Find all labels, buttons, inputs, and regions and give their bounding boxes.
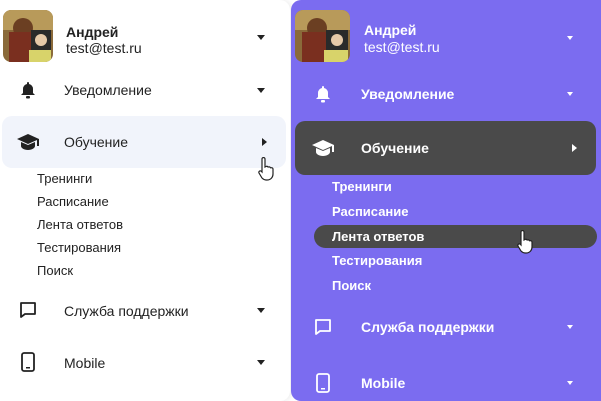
graduation-cap-icon — [311, 137, 335, 159]
submenu-item[interactable]: Тренинги — [37, 171, 92, 186]
chevron-down-icon[interactable] — [257, 308, 265, 313]
menu-item-label: Служба поддержки — [361, 319, 495, 335]
hand-cursor-icon — [516, 229, 534, 259]
submenu-item[interactable]: Поиск — [332, 278, 371, 293]
user-email: test@test.ru — [364, 39, 440, 55]
chevron-down-icon[interactable] — [257, 360, 265, 365]
graduation-cap-icon — [16, 131, 40, 153]
chat-bubble-icon — [18, 300, 38, 320]
user-email: test@test.ru — [66, 40, 142, 56]
chevron-down-icon[interactable] — [567, 36, 573, 40]
sidebar-purple: Андрей test@test.ru Уведомление Обучение… — [291, 0, 601, 401]
submenu-item[interactable]: Поиск — [37, 263, 73, 278]
menu-item-education[interactable]: Обучение — [2, 116, 286, 168]
submenu-item-label: Лента ответов — [332, 229, 425, 244]
menu-item-mobile[interactable]: Mobile — [291, 365, 601, 401]
user-name: Андрей — [364, 22, 417, 38]
menu-item-label: Mobile — [361, 375, 406, 391]
avatar — [295, 10, 350, 62]
user-name: Андрей — [66, 24, 119, 40]
menu-item-label: Обучение — [361, 140, 429, 156]
chevron-right-icon[interactable] — [262, 138, 267, 146]
submenu-item[interactable]: Лента ответов — [37, 217, 123, 232]
menu-item-label: Уведомление — [361, 86, 455, 102]
submenu-item-active[interactable]: Лента ответов — [314, 225, 597, 248]
menu-item-notifications[interactable]: Уведомление — [0, 72, 290, 108]
chevron-down-icon[interactable] — [567, 92, 573, 96]
hand-cursor-icon — [257, 156, 275, 186]
user-header[interactable]: Андрей test@test.ru — [291, 0, 601, 70]
menu-item-mobile[interactable]: Mobile — [0, 344, 290, 380]
menu-item-support[interactable]: Служба поддержки — [0, 292, 290, 328]
menu-item-support[interactable]: Служба поддержки — [291, 309, 601, 345]
chevron-down-icon[interactable] — [257, 35, 265, 40]
menu-item-label: Служба поддержки — [64, 303, 189, 319]
submenu-item[interactable]: Расписание — [332, 204, 409, 219]
menu-item-label: Обучение — [64, 134, 129, 150]
smartphone-icon — [18, 352, 38, 372]
smartphone-icon — [313, 373, 333, 393]
chat-bubble-icon — [313, 317, 333, 337]
menu-item-notifications[interactable]: Уведомление — [291, 76, 601, 112]
chevron-down-icon[interactable] — [567, 325, 573, 329]
avatar — [3, 10, 53, 62]
sidebar-light: Андрей test@test.ru Уведомление Обучение… — [0, 0, 290, 401]
chevron-down-icon[interactable] — [567, 381, 573, 385]
menu-item-label: Уведомление — [64, 82, 152, 98]
menu-item-label: Mobile — [64, 355, 106, 371]
submenu-item[interactable]: Тестирования — [332, 253, 422, 268]
submenu-item[interactable]: Тестирования — [37, 240, 121, 255]
bell-icon — [18, 80, 38, 100]
bell-icon — [313, 84, 333, 104]
chevron-right-icon[interactable] — [572, 144, 577, 152]
chevron-down-icon[interactable] — [257, 88, 265, 93]
submenu-item[interactable]: Тренинги — [332, 179, 392, 194]
submenu-item[interactable]: Расписание — [37, 194, 109, 209]
menu-comparison: Андрей test@test.ru Уведомление Обучение… — [0, 0, 601, 401]
user-header[interactable]: Андрей test@test.ru — [0, 0, 290, 70]
menu-item-education[interactable]: Обучение — [295, 121, 596, 175]
